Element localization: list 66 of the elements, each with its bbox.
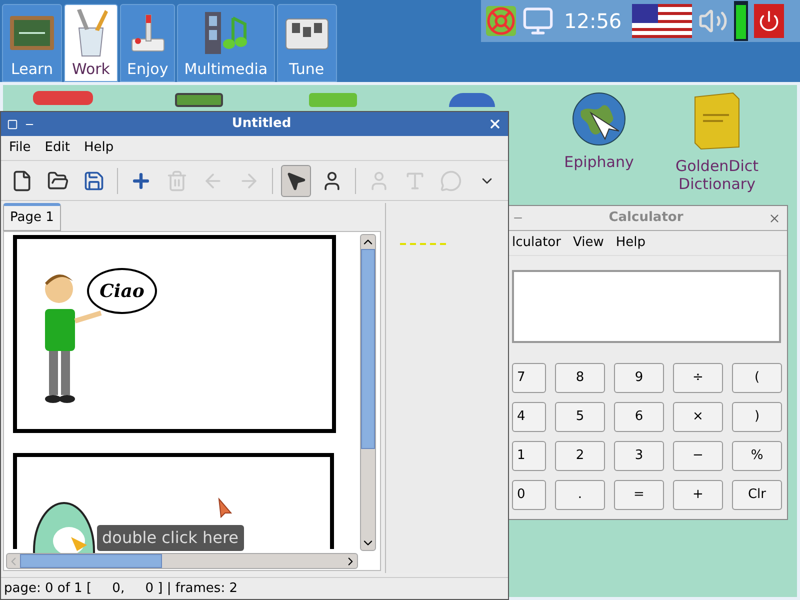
menu-item[interactable]: lculator <box>512 233 561 253</box>
menu-item[interactable]: File <box>9 138 31 158</box>
category-tab[interactable]: Multimedia <box>177 4 275 82</box>
menu-item[interactable]: Edit <box>44 138 70 158</box>
flag-icon[interactable] <box>632 4 692 38</box>
desktop-icon-label[interactable]: Epiphany <box>544 153 654 171</box>
calculator-key[interactable]: Clr <box>732 480 782 510</box>
desktop-icon-label[interactable]: GoldenDict Dictionary <box>662 157 772 193</box>
cursor-icon <box>217 497 233 519</box>
calculator-key[interactable]: 5 <box>555 402 605 432</box>
calculator-key[interactable]: ÷ <box>673 363 723 393</box>
category-tab[interactable]: Learn <box>2 4 62 82</box>
calculator-key[interactable]: 7 <box>512 363 546 393</box>
close-icon[interactable] <box>768 212 781 224</box>
tooltip: double click here <box>97 525 244 551</box>
menu-item[interactable]: Help <box>84 138 114 158</box>
calculator-key[interactable]: . <box>555 480 605 510</box>
calculator-key[interactable]: = <box>614 480 664 510</box>
close-icon[interactable] <box>488 117 502 131</box>
status-bar-text: page: 0 of 1 [ 0, 0 ] | frames: 2 <box>4 580 238 598</box>
power-icon <box>758 10 780 32</box>
category-tab[interactable]: Enjoy <box>120 4 176 82</box>
calculator-key[interactable]: 3 <box>614 441 664 471</box>
app-icon[interactable] <box>449 93 495 107</box>
globe-icon <box>571 91 627 147</box>
page-tab[interactable]: Page 1 <box>3 203 61 231</box>
chalkboard-icon <box>9 14 55 50</box>
dashed-line <box>400 243 446 245</box>
clock: 12:56 <box>563 8 623 35</box>
calculator-key[interactable]: 4 <box>512 402 546 432</box>
calculator-key[interactable]: 8 <box>555 363 605 393</box>
scrollbar-thumb[interactable] <box>20 554 162 568</box>
level-bar-icon <box>734 1 748 41</box>
calculator-key[interactable]: 6 <box>614 402 664 432</box>
scrollbar-thumb[interactable] <box>361 249 375 449</box>
calculator-key[interactable]: + <box>673 480 723 510</box>
folder-icon <box>47 170 70 192</box>
calculator-key[interactable]: ) <box>732 402 782 432</box>
menu-item[interactable]: View <box>572 233 604 253</box>
calculator-key[interactable]: 2 <box>555 441 605 471</box>
app-icon[interactable] <box>33 91 93 105</box>
speech-bubble: Ciao <box>87 268 157 314</box>
trash-icon <box>166 170 188 192</box>
network-icon[interactable] <box>522 5 554 37</box>
maximize-icon[interactable] <box>7 118 18 130</box>
toolbar-button[interactable] <box>280 164 311 196</box>
new-file-icon <box>11 170 33 192</box>
menu-item[interactable]: Help <box>616 233 646 253</box>
display-field[interactable] <box>512 270 781 343</box>
calculator-key[interactable]: 9 <box>614 363 664 393</box>
calculator-key[interactable]: − <box>673 441 723 471</box>
calculator-key[interactable]: 0 <box>512 480 546 510</box>
calculator-key[interactable]: × <box>673 402 723 432</box>
vertical-scrollbar[interactable] <box>360 234 376 551</box>
calculator-key[interactable]: % <box>732 441 782 471</box>
calculator-key[interactable]: 1 <box>512 441 546 471</box>
category-tab[interactable]: Tune <box>276 4 337 82</box>
app-icon[interactable] <box>175 93 223 107</box>
speech-bubble-icon <box>440 170 462 192</box>
window-title: Untitled <box>230 115 292 134</box>
horizontal-scrollbar[interactable] <box>6 553 358 569</box>
power-button[interactable] <box>754 4 784 38</box>
window-title: Calculator <box>608 209 684 228</box>
help-book-icon[interactable] <box>486 6 516 36</box>
category-tab[interactable]: Work <box>64 4 118 82</box>
calculator-key[interactable]: ( <box>732 363 782 393</box>
